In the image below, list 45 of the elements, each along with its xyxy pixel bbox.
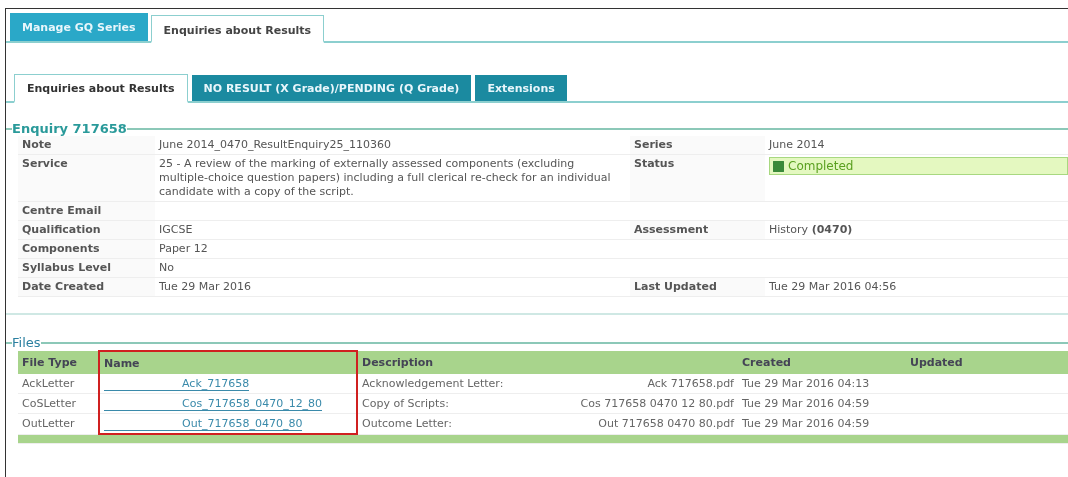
- field-value: History (0470): [765, 221, 1068, 240]
- table-cell: Acknowledgement Letter:: [362, 377, 504, 390]
- table-cell: CoSLetter: [18, 393, 99, 414]
- field-value: Tue 29 Mar 2016: [155, 278, 630, 297]
- field-label: Components: [18, 240, 155, 259]
- field-label: Note: [18, 136, 155, 155]
- column-header: Updated: [906, 351, 1068, 374]
- column-header: File Type: [18, 351, 99, 374]
- table-cell: Tue 29 Mar 2016 04:59: [738, 413, 906, 434]
- section-title: Files: [12, 335, 41, 350]
- table-cell: Tue 29 Mar 2016 04:59: [738, 393, 906, 414]
- field-label: Syllabus Level: [18, 259, 155, 278]
- tab[interactable]: Manage GQ Series: [10, 13, 148, 41]
- field-value: Paper 12: [155, 240, 630, 259]
- column-header: Name: [99, 351, 357, 374]
- table-cell: Outcome Letter:: [362, 417, 452, 431]
- status-badge: Completed: [769, 157, 1068, 175]
- field-label: Service: [18, 155, 155, 202]
- tab[interactable]: Extensions: [475, 75, 567, 101]
- field-label: Date Created: [18, 278, 155, 297]
- field-label: Centre Email: [18, 202, 155, 221]
- tab[interactable]: NO RESULT (X Grade)/PENDING (Q Grade): [191, 75, 472, 101]
- file-name: Ack 717658.pdf: [647, 377, 734, 390]
- file-name: Out 717658 0470 80.pdf: [598, 417, 734, 431]
- table-cell: AckLetter: [18, 374, 99, 394]
- field-label: Last Updated: [630, 278, 765, 297]
- table-cell: Tue 29 Mar 2016 04:13: [738, 374, 906, 394]
- field-value: June 2014: [765, 136, 1068, 155]
- tab[interactable]: Enquiries about Results: [14, 74, 188, 103]
- section-title: Enquiry 717658: [12, 121, 127, 136]
- column-header: Created: [738, 351, 906, 374]
- field-label: Qualification: [18, 221, 155, 240]
- field-value: IGCSE: [155, 221, 630, 240]
- tab[interactable]: Enquiries about Results: [150, 15, 325, 43]
- field-value: June 2014_0470_ResultEnquiry25_110360: [155, 136, 630, 155]
- column-header: Description: [357, 351, 738, 374]
- field-label: Series: [630, 136, 765, 155]
- file-name: Cos 717658 0470 12 80.pdf: [580, 397, 734, 410]
- field-value: No: [155, 259, 630, 278]
- field-label: Status: [630, 155, 765, 202]
- field-label: Assessment: [630, 221, 765, 240]
- table-cell: OutLetter: [18, 413, 99, 434]
- table-cell: Copy of Scripts:: [362, 397, 449, 410]
- field-value: Tue 29 Mar 2016 04:56: [765, 278, 1068, 297]
- field-value: 25 - A review of the marking of externally assessed components (excluding multiple-choice question papers) including a full clerical re-check for an individual candidate with a copy of the script.: [155, 155, 630, 202]
